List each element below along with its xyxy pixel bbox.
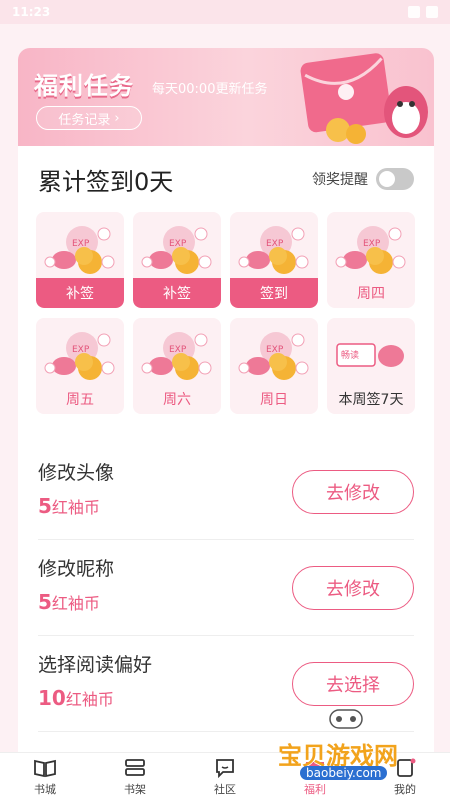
banner-subtitle: 每天00:00更新任务 [152,82,268,97]
day-tile[interactable]: EXP 周六 [133,318,221,414]
task-reward-amount: 10 [38,686,66,710]
watermark-url: baobeiy.com [300,766,388,780]
exp-coin-icon: EXP [238,226,309,274]
gamepad-icon [329,709,363,729]
task-name: 修改昵称 [38,558,115,580]
task-record-button[interactable]: 任务记录 › [36,106,142,130]
nav-label: 书架 [124,782,146,796]
svg-text:EXP: EXP [169,239,187,249]
exp-coin-icon: EXP [141,332,212,380]
reward-reminder-toggle[interactable] [376,168,414,190]
task-reward: 5红袖币 [38,494,100,518]
weekly-bonus-tile[interactable]: 畅读 本周签7天 [327,318,415,414]
day-tile[interactable]: EXP 补签 [133,212,221,308]
task-reward: 10红袖币 [38,686,114,710]
toggle-knob [379,171,395,187]
weekly-bonus-label: 本周签7天 [338,392,404,408]
task-reward-amount: 5 [38,494,52,518]
reading-ticket-text: 畅读 [341,351,360,361]
nav-item-bookstore[interactable]: 书城 [0,753,90,800]
task-reward: 5红袖币 [38,590,100,614]
chevron-right-icon: › [114,110,120,126]
reward-reminder: 领奖提醒 [312,168,414,190]
day-label: 签到 [230,278,318,308]
svg-text:EXP: EXP [266,345,284,355]
sign-in-grid: EXP 补签 EXP 补签 EXP 签到 EXP 周四 EXP 周五 EXP 周… [36,212,416,414]
exp-coin-icon: EXP [335,226,406,274]
task-row: 修改昵称 5红袖币 去修改 [38,540,414,636]
svg-text:EXP: EXP [169,345,187,355]
sign-in-title: 累计签到0天 [38,168,174,196]
nav-label: 书城 [34,782,56,796]
bookshelf-icon [125,758,145,776]
nav-item-community[interactable]: 社区 [180,753,270,800]
day-label: 周六 [163,392,191,408]
exp-coin-icon: EXP [238,332,309,380]
nav-label: 社区 [214,782,236,796]
task-name: 选择阅读偏好 [38,654,153,676]
sign-in-card: 累计签到0天 领奖提醒 EXP 补签 EXP 补签 EXP 签到 EXP 周四 … [18,146,434,756]
reward-reminder-label: 领奖提醒 [312,172,368,188]
task-reward-unit: 红袖币 [51,498,100,517]
day-label: 周五 [66,392,94,408]
book-open-icon [34,759,56,777]
exp-coin-icon: EXP [44,226,115,274]
banner-title: 福利任务 [34,72,134,100]
task-reward-amount: 5 [38,590,52,614]
chat-bubble-icon [216,758,234,778]
task-action-button[interactable]: 去修改 [292,566,414,610]
day-label: 补签 [36,278,124,308]
task-row: 修改头像 5红袖币 去修改 [38,444,414,540]
task-reward-unit: 红袖币 [65,690,114,709]
battery-icon [426,6,438,18]
exp-coin-icon: EXP [44,332,115,380]
svg-text:EXP: EXP [72,345,90,355]
task-record-label: 任务记录 [58,112,111,128]
svg-text:EXP: EXP [363,239,381,249]
status-bar: 11:23 [0,0,450,24]
watermark: 宝贝游戏网 baobeiy.com [270,700,430,790]
exp-coin-icon: EXP [141,226,212,274]
status-icons [408,6,438,18]
day-tile[interactable]: EXP 周日 [230,318,318,414]
status-time: 11:23 [12,5,51,19]
task-name: 修改头像 [38,462,115,484]
red-envelope-illustration [300,53,428,144]
day-tile[interactable]: EXP 签到 [230,212,318,308]
welfare-banner: 福利任务 每天00:00更新任务 任务记录 › [18,48,434,146]
wifi-icon [408,6,420,18]
day-tile[interactable]: EXP 周四 [327,212,415,308]
day-tile[interactable]: EXP 补签 [36,212,124,308]
day-tile[interactable]: EXP 周五 [36,318,124,414]
svg-text:EXP: EXP [72,239,90,249]
day-label: 周日 [260,392,288,408]
day-label: 补签 [133,278,221,308]
day-label: 周四 [357,286,385,302]
nav-item-bookshelf[interactable]: 书架 [90,753,180,800]
task-action-button[interactable]: 去修改 [292,470,414,514]
task-reward-unit: 红袖币 [51,594,100,613]
svg-text:EXP: EXP [266,239,284,249]
